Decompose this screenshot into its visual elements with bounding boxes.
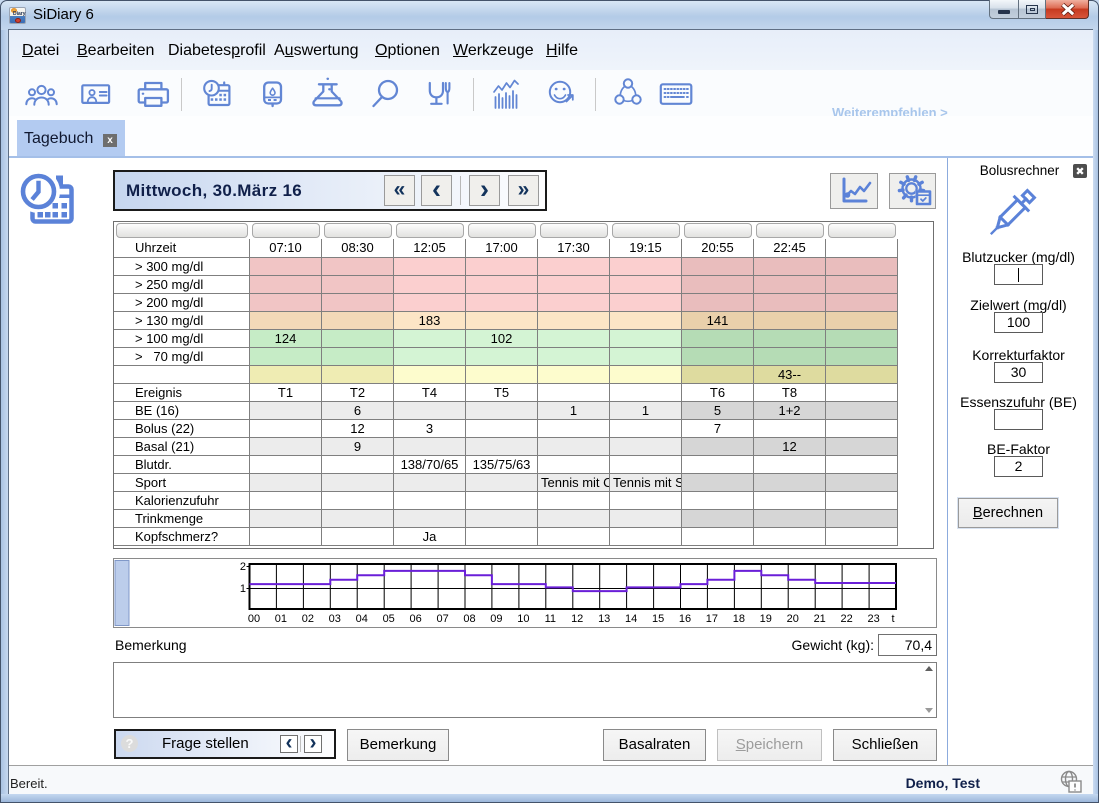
- svg-text:07: 07: [436, 613, 448, 625]
- svg-text:11: 11: [545, 613, 556, 625]
- svg-text:09: 09: [490, 613, 502, 625]
- svg-text:01: 01: [275, 613, 287, 625]
- svg-text:02: 02: [302, 613, 314, 625]
- svg-text:00: 00: [248, 613, 260, 625]
- svg-text:08: 08: [463, 613, 475, 625]
- svg-text:18: 18: [733, 613, 745, 625]
- svg-text:03: 03: [329, 613, 341, 625]
- svg-text:17: 17: [706, 613, 718, 625]
- svg-text:t: t: [891, 613, 894, 625]
- svg-text:14: 14: [625, 613, 637, 625]
- svg-text:22: 22: [840, 613, 852, 625]
- svg-text:06: 06: [409, 613, 421, 625]
- svg-text:20: 20: [787, 613, 799, 625]
- svg-text:13: 13: [598, 613, 610, 625]
- svg-text:16: 16: [679, 613, 691, 625]
- svg-text:23: 23: [867, 613, 879, 625]
- svg-text:15: 15: [652, 613, 664, 625]
- svg-text:04: 04: [356, 613, 368, 625]
- svg-text:12: 12: [571, 613, 583, 625]
- svg-text:10: 10: [517, 613, 529, 625]
- svg-text:2: 2: [240, 561, 246, 573]
- svg-text:19: 19: [760, 613, 772, 625]
- svg-text:1: 1: [240, 583, 246, 595]
- svg-text:05: 05: [383, 613, 395, 625]
- svg-text:21: 21: [814, 613, 826, 625]
